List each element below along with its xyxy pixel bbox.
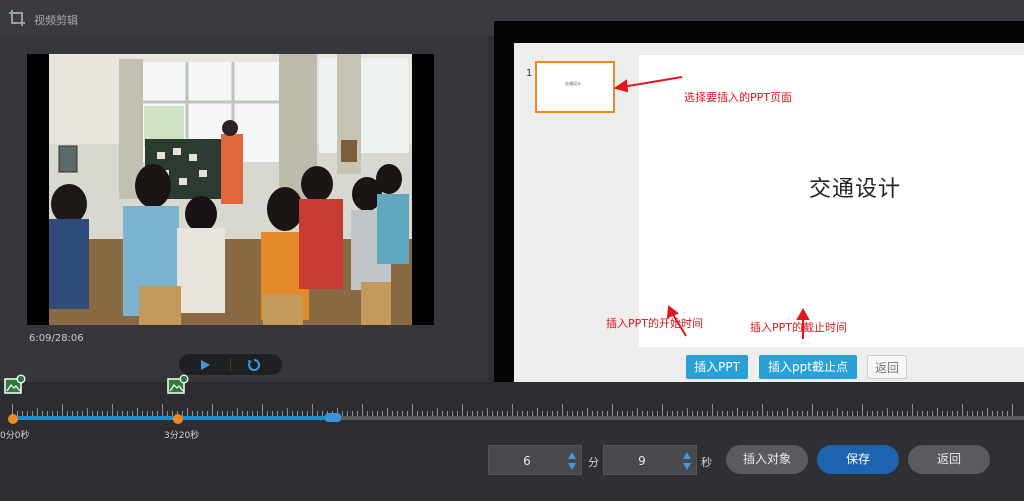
minutes-unit: 分 bbox=[588, 456, 599, 469]
play-icon[interactable] bbox=[197, 357, 213, 373]
marker-end-dot[interactable] bbox=[173, 414, 183, 424]
annotation-end-time: 插入PPT的截止时间 bbox=[750, 321, 847, 334]
timeline[interactable]: 0分0秒 3分20秒 bbox=[0, 374, 1024, 441]
insert-object-button[interactable]: 插入对象 bbox=[726, 445, 808, 474]
timeline-ticks bbox=[12, 404, 1013, 416]
thumbnail-number: 1 bbox=[526, 68, 533, 79]
classroom-video-frame bbox=[49, 54, 412, 325]
minutes-input[interactable]: 6 bbox=[488, 445, 582, 475]
seconds-value: 9 bbox=[638, 454, 646, 468]
playback-controls bbox=[179, 354, 282, 375]
crop-frame-icon bbox=[9, 10, 25, 26]
back-button[interactable]: 返回 bbox=[908, 445, 990, 474]
window-title: 视频剪辑 bbox=[34, 14, 78, 27]
image-marker-icon[interactable] bbox=[167, 374, 189, 396]
save-button[interactable]: 保存 bbox=[817, 445, 899, 474]
annotation-select-page: 选择要插入的PPT页面 bbox=[684, 91, 792, 104]
minutes-spinner-icon[interactable] bbox=[567, 450, 577, 472]
control-divider bbox=[230, 358, 231, 371]
slide-thumbnail[interactable]: 交通设计 bbox=[535, 61, 615, 113]
ppt-panel: 1 交通设计 交通设计 选择要插入的PPT页面 插入PPT的开始时间 插入PPT… bbox=[494, 21, 1024, 409]
video-player[interactable] bbox=[27, 54, 434, 325]
minutes-value: 6 bbox=[523, 454, 531, 468]
seconds-input[interactable]: 9 bbox=[603, 445, 697, 475]
slide-title: 交通设计 bbox=[809, 177, 902, 202]
annotation-start-time: 插入PPT的开始时间 bbox=[606, 317, 703, 330]
ppt-back-button[interactable]: 返回 bbox=[867, 355, 907, 379]
seconds-unit: 秒 bbox=[701, 456, 712, 469]
timeline-playhead[interactable] bbox=[325, 413, 341, 422]
bottom-toolbar: 6 分 9 秒 插入对象 保存 返回 bbox=[0, 440, 1024, 501]
marker-start-dot[interactable] bbox=[8, 414, 18, 424]
replay-icon[interactable] bbox=[246, 357, 262, 373]
image-marker-icon[interactable] bbox=[4, 374, 26, 396]
insert-ppt-end-button[interactable]: 插入ppt截止点 bbox=[759, 355, 857, 379]
thumbnail-title: 交通设计 bbox=[565, 81, 581, 86]
ppt-editor: 1 交通设计 交通设计 选择要插入的PPT页面 插入PPT的开始时间 插入PPT… bbox=[514, 43, 1024, 389]
insert-ppt-button[interactable]: 插入PPT bbox=[686, 355, 748, 379]
video-time-readout: 6:09/28:06 bbox=[29, 333, 84, 344]
seconds-spinner-icon[interactable] bbox=[682, 450, 692, 472]
video-panel: 6:09/28:06 bbox=[0, 36, 488, 382]
